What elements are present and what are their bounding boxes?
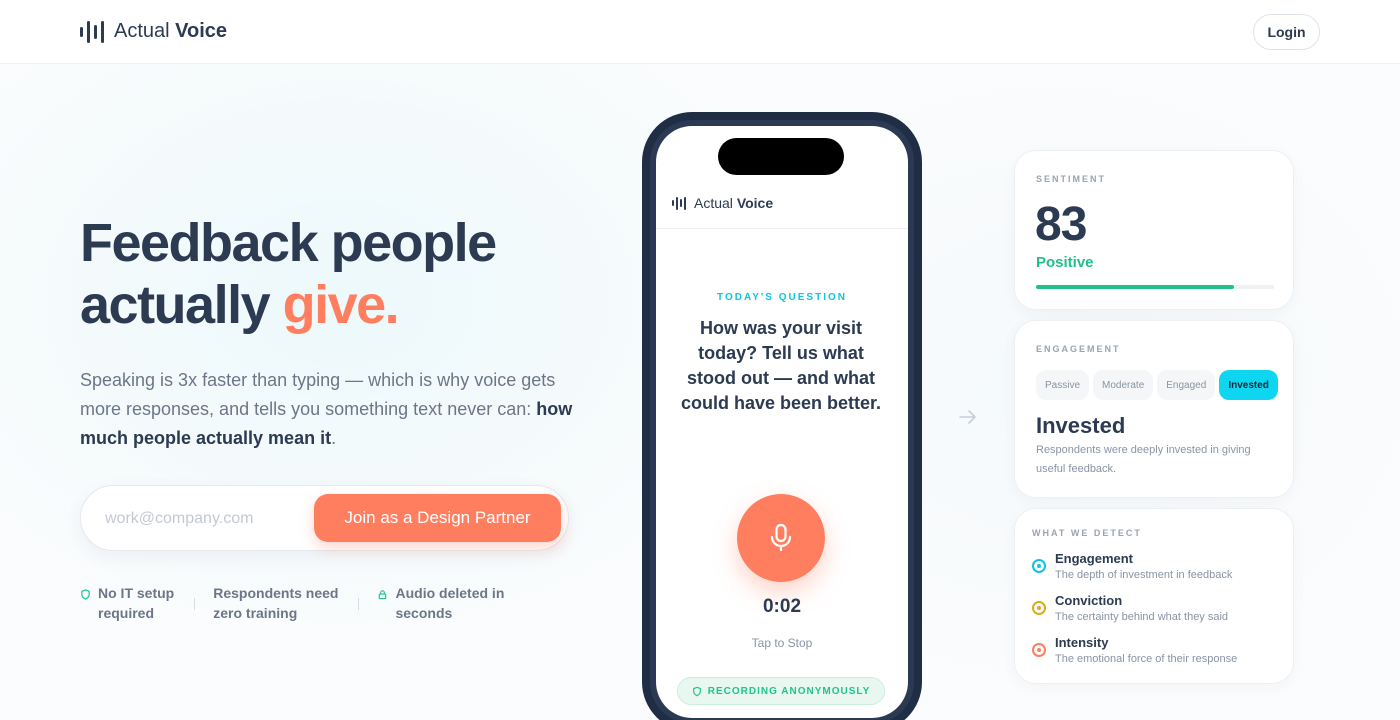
feature-text: Respondents need zero training <box>213 585 339 621</box>
card-label: WHAT WE DETECT <box>1032 528 1142 538</box>
question-label: TODAY'S QUESTION <box>717 292 847 303</box>
sentiment-progress-fill <box>1036 285 1234 289</box>
engagement-title: Invested <box>1036 413 1126 438</box>
join-design-partner-button[interactable]: Join as a Design Partner <box>314 494 561 542</box>
microphone-icon <box>770 523 792 552</box>
sentiment-progress-track <box>1036 285 1274 289</box>
detect-card: WHAT WE DETECT Engagement The depth of i… <box>1014 508 1294 684</box>
soundwave-icon <box>80 20 104 44</box>
hero-title-line2: actually <box>80 275 283 335</box>
target-icon <box>1032 643 1046 657</box>
shield-icon <box>81 589 90 600</box>
feature-text: Audio deleted in seconds <box>395 585 505 621</box>
brand-logo[interactable]: Actual Voice <box>80 20 227 44</box>
phone-mockup: Actual Voice TODAY'S QUESTION How was yo… <box>642 112 922 720</box>
hero-subtitle: Speaking is 3x faster than typing — whic… <box>80 370 573 448</box>
login-button[interactable]: Login <box>1253 13 1320 50</box>
engagement-description: Respondents were deeply invested in givi… <box>1036 444 1251 475</box>
card-label: SENTIMENT <box>1036 174 1107 184</box>
hero-title-accent: give. <box>282 275 400 335</box>
target-icon <box>1032 601 1046 615</box>
shield-icon <box>692 686 701 696</box>
detect-description: The certainty behind what they said <box>1055 611 1229 623</box>
detect-description: The depth of investment in feedback <box>1055 569 1233 581</box>
lock-icon <box>379 590 387 600</box>
badge-label: RECORDING ANONYMOUSLY <box>707 685 871 697</box>
phone-bezel: Actual Voice TODAY'S QUESTION How was yo… <box>650 120 914 720</box>
app-header: Actual Voice <box>656 178 908 229</box>
divider <box>194 598 196 610</box>
email-input[interactable] <box>105 506 305 532</box>
sentiment-score: 83 <box>1035 198 1087 251</box>
feature-text: No IT setup required <box>98 585 175 621</box>
level-moderate[interactable]: Moderate <box>1093 370 1154 400</box>
feature-item: Respondents need zero training <box>213 583 338 623</box>
app-brand-name: Actual Voice <box>694 195 774 211</box>
detect-title: Conviction <box>1055 593 1123 608</box>
level-passive[interactable]: Passive <box>1036 370 1090 400</box>
detect-title: Intensity <box>1055 635 1109 650</box>
detect-item: Engagement The depth of investment in fe… <box>1032 551 1237 584</box>
brand-name: Actual Voice <box>114 20 228 42</box>
detect-item: Intensity The emotional force of their r… <box>1032 635 1237 668</box>
recording-timer: 0:02 <box>762 596 802 617</box>
detect-description: The emotional force of their response <box>1055 653 1238 665</box>
site-header: Actual Voice Login <box>0 0 1400 64</box>
engagement-card: ENGAGEMENT Passive Moderate Engaged Inve… <box>1014 320 1294 498</box>
card-label: ENGAGEMENT <box>1036 344 1121 354</box>
dynamic-island <box>718 138 844 175</box>
signup-form: Join as a Design Partner <box>80 485 569 551</box>
engagement-levels: Passive Moderate Engaged Invested <box>1036 370 1278 400</box>
divider <box>358 598 360 610</box>
question-text: How was your visit today? Tell us what s… <box>680 318 882 413</box>
hero-title: Feedback people actually give. <box>80 212 497 336</box>
sentiment-card: SENTIMENT 83 Positive <box>1014 150 1294 310</box>
soundwave-icon <box>672 196 686 210</box>
record-button[interactable] <box>737 494 825 582</box>
sentiment-status: Positive <box>1036 254 1094 271</box>
level-invested[interactable]: Invested <box>1219 370 1278 400</box>
feature-item: Audio deleted in seconds <box>377 583 504 623</box>
detect-list: Engagement The depth of investment in fe… <box>1032 551 1237 677</box>
feature-item: No IT setup required <box>80 583 174 623</box>
phone-screen: Actual Voice TODAY'S QUESTION How was yo… <box>656 126 908 718</box>
hero-title-line1: Feedback people <box>80 213 497 273</box>
recording-anonymously-badge: RECORDING ANONYMOUSLY <box>677 677 885 705</box>
target-icon <box>1032 559 1046 573</box>
feature-list: No IT setup required Respondents need zero… <box>80 583 504 623</box>
detect-item: Conviction The certainty behind what the… <box>1032 593 1237 626</box>
arrow-right-icon <box>959 410 976 424</box>
detect-title: Engagement <box>1055 551 1134 566</box>
level-engaged[interactable]: Engaged <box>1157 370 1216 400</box>
tap-to-stop-label: Tap to Stop <box>751 636 813 650</box>
